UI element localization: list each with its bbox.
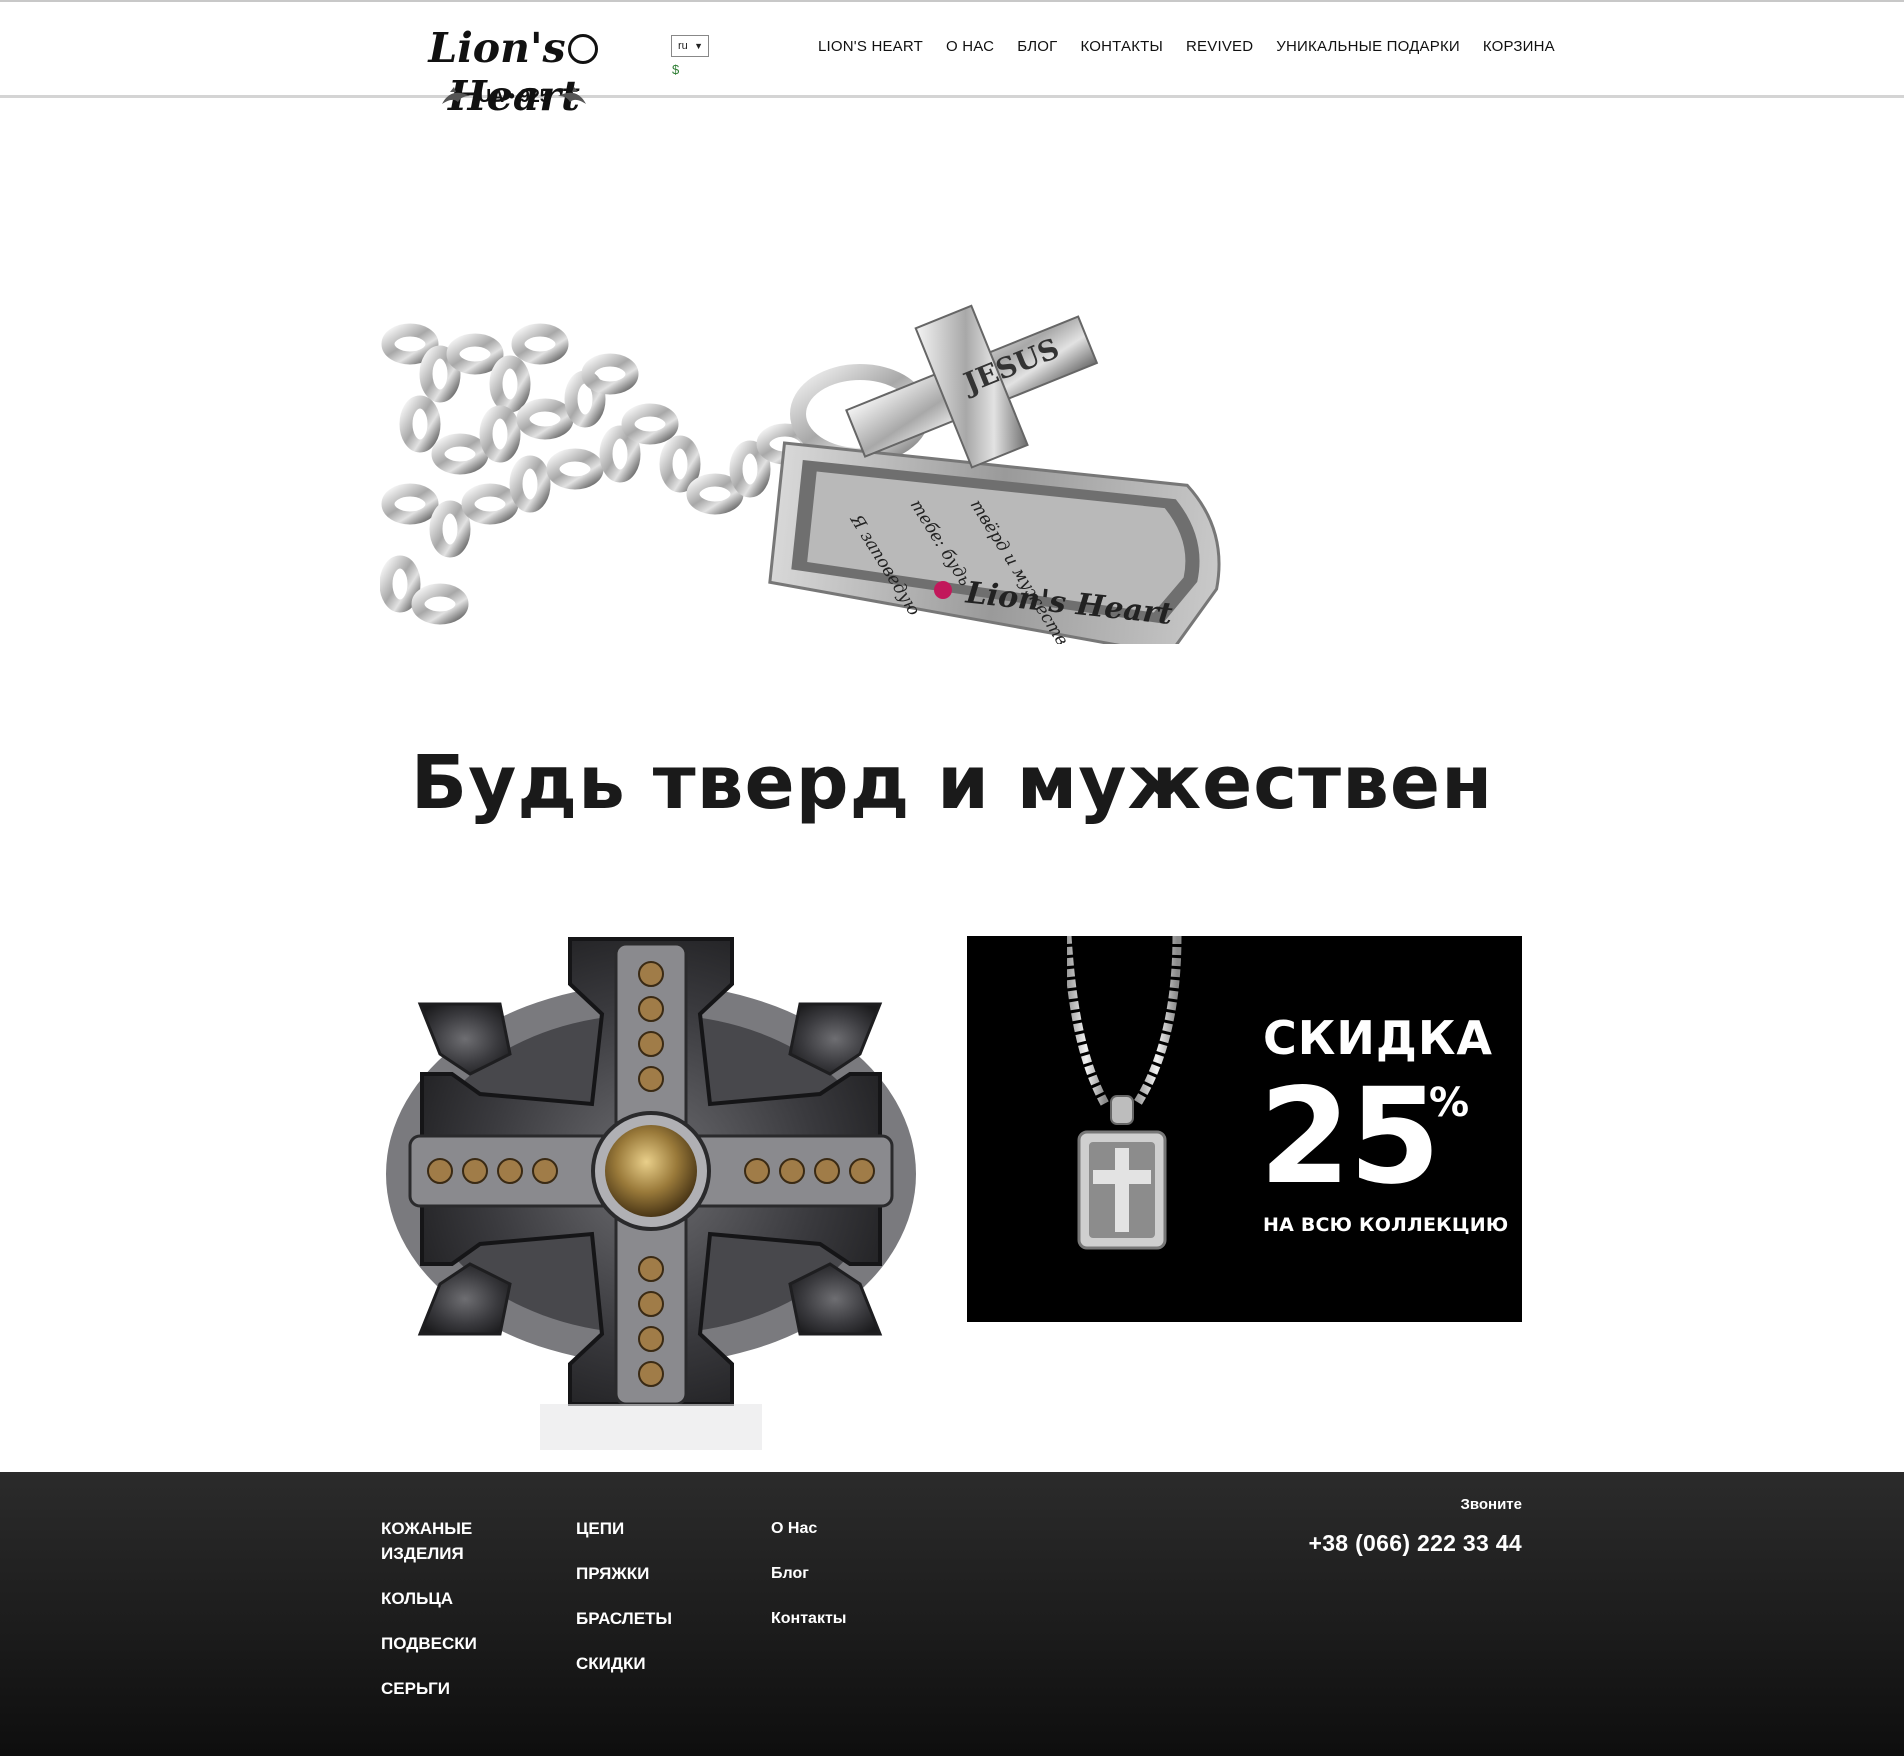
nav-cart[interactable]: КОРЗИНА xyxy=(1483,38,1555,55)
footer-link-leather[interactable]: КОЖАНЫЕ ИЗДЕЛИЯ xyxy=(381,1516,521,1566)
promo-percent-sign: % xyxy=(1429,1080,1470,1126)
footer-categories-1: КОЖАНЫЕ ИЗДЕЛИЯ КОЛЬЦА ПОДВЕСКИ СЕРЬГИ xyxy=(381,1516,521,1721)
logo-sub-text: UA • 925 xyxy=(478,86,550,106)
ring-product-image[interactable] xyxy=(380,904,922,1450)
nav-lions-heart[interactable]: LION'S HEART xyxy=(818,38,923,55)
footer-link-rings[interactable]: КОЛЬЦА xyxy=(381,1586,521,1611)
footer-link-pendants[interactable]: ПОДВЕСКИ xyxy=(381,1631,521,1656)
nav-revived[interactable]: REVIVED xyxy=(1186,38,1253,55)
promo-title: СКИДКА xyxy=(1263,1011,1494,1065)
footer-link-contacts[interactable]: Контакты xyxy=(771,1606,911,1631)
footer-link-earrings[interactable]: СЕРЬГИ xyxy=(381,1676,521,1701)
footer-link-bracelets[interactable]: БРАСЛЕТЫ xyxy=(576,1606,716,1631)
language-value: ru xyxy=(678,40,688,52)
footer-link-chains[interactable]: ЦЕПИ xyxy=(576,1516,716,1541)
footer-link-buckles[interactable]: ПРЯЖКИ xyxy=(576,1561,716,1586)
footer-info-links: О Нас Блог Контакты xyxy=(771,1516,911,1651)
main-nav: LION'S HEART О НАС БЛОГ КОНТАКТЫ REVIVED… xyxy=(818,36,1555,56)
jerusalem-cross-ring-icon xyxy=(386,937,916,1450)
footer-phone-link[interactable]: +38 (066) 222 33 44 xyxy=(1308,1530,1522,1557)
dragon-right-icon xyxy=(558,87,586,104)
promo-subtitle: НА ВСЮ КОЛЛЕКЦИЮ xyxy=(1263,1214,1509,1236)
nav-about[interactable]: О НАС xyxy=(946,38,994,55)
logo-subline: UA • 925 xyxy=(440,82,588,110)
pendant-necklace-icon xyxy=(1067,936,1182,1250)
logo-brand-left: Lion's xyxy=(428,24,566,72)
dragon-left-icon xyxy=(442,87,470,104)
language-select[interactable]: ru ▼ xyxy=(671,35,709,57)
lion-head-icon xyxy=(567,33,598,64)
page-slogan: Будь тверд и мужествен xyxy=(410,740,1494,826)
silver-chain-pendant-icon: JESUS Я заповедую тебе: будь твёрд и муж… xyxy=(380,304,1221,644)
site-logo[interactable]: Lion'sHeart UA • 925 xyxy=(394,24,634,120)
footer-link-discounts[interactable]: СКИДКИ xyxy=(576,1651,716,1676)
footer-call-label: Звоните xyxy=(1460,1496,1522,1513)
footer-link-about[interactable]: О Нас xyxy=(771,1516,911,1541)
chevron-down-icon: ▼ xyxy=(694,41,703,51)
promo-discount-value: 25 xyxy=(1259,1060,1441,1214)
site-header: Lion'sHeart UA • 925 ru ▼ $ LION'S HEART… xyxy=(0,0,1904,120)
discount-banner[interactable]: СКИДКА 25 % НА ВСЮ КОЛЛЕКЦИЮ xyxy=(967,936,1522,1322)
footer-link-blog[interactable]: Блог xyxy=(771,1561,911,1586)
nav-unique-gifts[interactable]: УНИКАЛЬНЫЕ ПОДАРКИ xyxy=(1276,38,1460,55)
nav-contacts[interactable]: КОНТАКТЫ xyxy=(1080,38,1163,55)
site-footer: КОЖАНЫЕ ИЗДЕЛИЯ КОЛЬЦА ПОДВЕСКИ СЕРЬГИ Ц… xyxy=(0,1472,1904,1756)
nav-blog[interactable]: БЛОГ xyxy=(1017,38,1057,55)
footer-categories-2: ЦЕПИ ПРЯЖКИ БРАСЛЕТЫ СКИДКИ xyxy=(576,1516,716,1696)
hero-pendant-image: JESUS Я заповедую тебе: будь твёрд и муж… xyxy=(380,304,1410,644)
currency-switch[interactable]: $ xyxy=(672,62,679,77)
